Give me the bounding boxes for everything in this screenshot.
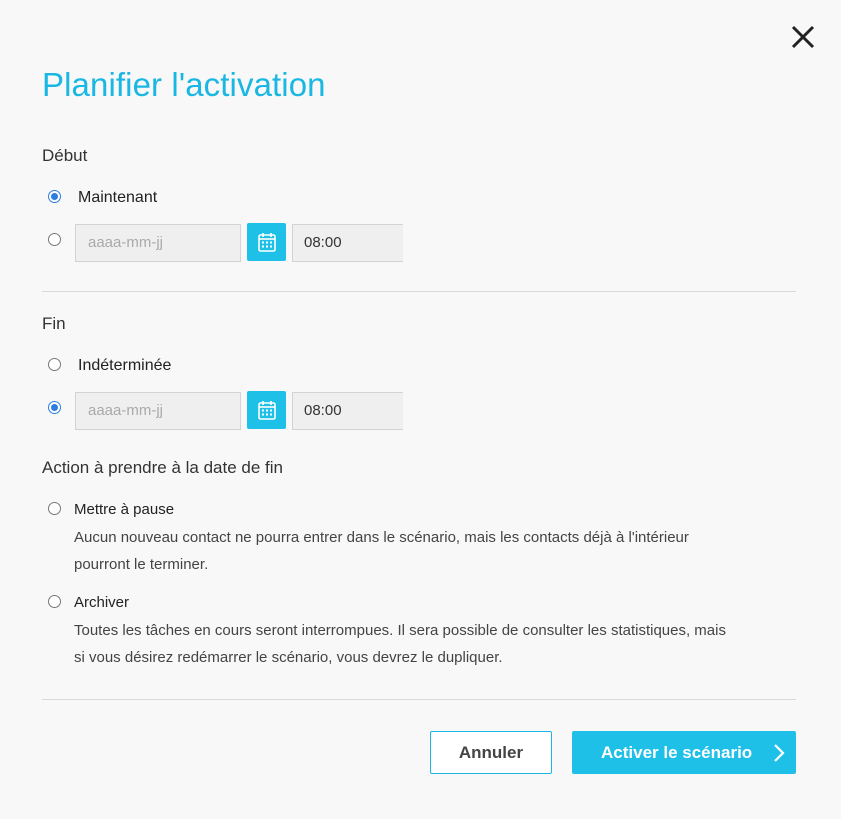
end-indefinite-radio[interactable] (48, 358, 61, 371)
start-section-label: Début (42, 146, 88, 165)
pause-radio[interactable] (48, 502, 61, 515)
divider (42, 291, 796, 292)
cancel-button[interactable]: Annuler (430, 731, 552, 774)
archive-label: Archiver (74, 594, 130, 611)
activate-scenario-label: Activer le scénario (601, 743, 753, 762)
pause-description: Aucun nouveau contact ne pourra entrer d… (74, 524, 794, 578)
end-date-input[interactable]: aaaa-mm-jj (75, 392, 241, 430)
start-calendar-button[interactable] (247, 223, 286, 261)
divider (42, 699, 796, 700)
archive-description-line: Toutes les tâches en cours seront interr… (74, 622, 726, 639)
start-now-label: Maintenant (78, 189, 158, 206)
start-now-radio[interactable] (48, 190, 61, 203)
start-time-input[interactable]: 08:00 (292, 224, 403, 262)
pause-description-line: Aucun nouveau contact ne pourra entrer d… (74, 529, 689, 546)
close-icon[interactable] (789, 23, 817, 51)
end-indefinite-label: Indéterminée (78, 357, 172, 374)
start-date-radio[interactable] (48, 233, 61, 246)
archive-description: Toutes les tâches en cours seront interr… (74, 617, 794, 671)
archive-description-line: si vous désirez redémarrer le scénario, … (74, 649, 503, 666)
end-section-label: Fin (42, 314, 66, 333)
chevron-right-icon (774, 744, 785, 762)
pause-label: Mettre à pause (74, 501, 175, 518)
pause-description-line: pourront le terminer. (74, 556, 209, 573)
activate-scenario-button[interactable]: Activer le scénario (572, 731, 796, 774)
page-title: Planifier l'activation (42, 66, 326, 103)
end-date-radio[interactable] (48, 401, 61, 414)
calendar-icon (257, 401, 276, 420)
start-date-input[interactable]: aaaa-mm-jj (75, 224, 241, 262)
calendar-icon (257, 233, 276, 252)
end-action-label: Action à prendre à la date de fin (42, 458, 283, 477)
end-time-input[interactable]: 08:00 (292, 392, 403, 430)
end-calendar-button[interactable] (247, 391, 286, 429)
archive-radio[interactable] (48, 595, 61, 608)
